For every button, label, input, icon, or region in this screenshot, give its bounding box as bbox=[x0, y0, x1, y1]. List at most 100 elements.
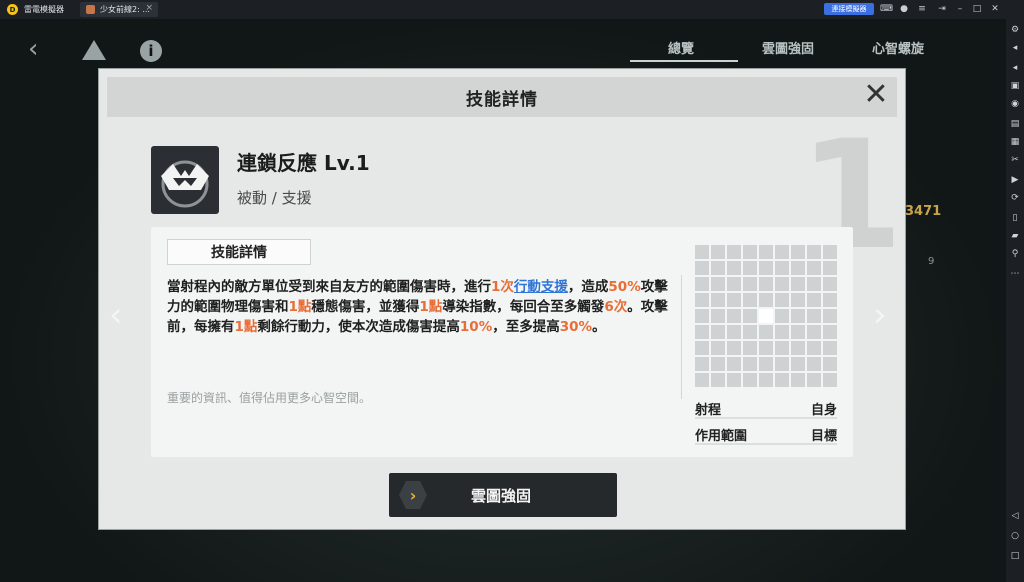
range-cell bbox=[823, 245, 837, 259]
prev-skill-arrow-icon[interactable]: ‹ bbox=[109, 295, 123, 335]
range-label: 射程 bbox=[695, 403, 722, 418]
background-small-number: 9 bbox=[928, 256, 935, 267]
range-cell bbox=[823, 309, 837, 323]
skill-icon bbox=[151, 146, 219, 214]
range-cell bbox=[727, 293, 741, 307]
game-tab-icon bbox=[86, 5, 95, 14]
skill-detail-panel: 技能詳情 當射程內的敵方單位受到來自友方的範圍傷害時，進行1次行動支援，造成50… bbox=[151, 227, 853, 457]
range-cell bbox=[711, 373, 725, 387]
range-cell bbox=[807, 341, 821, 355]
range-cell bbox=[791, 341, 805, 355]
sync-icon[interactable]: ⟳ bbox=[1010, 193, 1020, 203]
range-cell bbox=[711, 325, 725, 339]
range-cell bbox=[727, 277, 741, 291]
tab-label: 少女前線2: ... bbox=[100, 5, 150, 14]
android-home-icon[interactable]: ○ bbox=[1010, 531, 1020, 541]
range-cell bbox=[743, 341, 757, 355]
skill-detail-modal: 技能詳情 ✕ 1 連鎖反應 Lv.1 被動 / 支援 技能詳情 當射程內的敵方單… bbox=[98, 68, 906, 530]
range-cell bbox=[695, 245, 709, 259]
android-recent-icon[interactable]: □ bbox=[1010, 551, 1020, 561]
volume-down-icon[interactable]: ◂ bbox=[1010, 63, 1020, 73]
range-cell bbox=[791, 373, 805, 387]
screenshot-icon[interactable]: ▣ bbox=[1010, 81, 1020, 91]
menu-icon[interactable]: ≡ bbox=[916, 3, 928, 15]
location-icon[interactable]: ⚲ bbox=[1010, 249, 1020, 259]
phone-icon[interactable]: ▯ bbox=[1010, 213, 1020, 223]
range-cell bbox=[695, 293, 709, 307]
sidebar-toggle-icon[interactable]: ⇥ bbox=[936, 3, 948, 15]
range-cell bbox=[791, 261, 805, 275]
highlight-value: 1點 bbox=[419, 299, 443, 315]
range-cell bbox=[823, 277, 837, 291]
tab-mind-spiral[interactable]: 心智螺旋 bbox=[872, 38, 924, 57]
range-value: 自身 bbox=[810, 403, 837, 418]
emulator-logo-icon: D bbox=[7, 4, 18, 15]
operation-icon[interactable]: ▦ bbox=[1010, 137, 1020, 147]
range-cell bbox=[823, 293, 837, 307]
close-icon[interactable]: ✕ bbox=[861, 80, 891, 111]
settings-icon[interactable]: ⚙ bbox=[1010, 25, 1020, 35]
close-window-icon[interactable]: ✕ bbox=[989, 3, 1001, 15]
tab-close-icon[interactable]: × bbox=[145, 3, 153, 13]
range-cell bbox=[775, 373, 789, 387]
skill-type: 被動 / 支援 bbox=[237, 189, 312, 207]
minimize-icon[interactable]: – bbox=[954, 3, 966, 15]
range-cell bbox=[711, 261, 725, 275]
range-cell bbox=[807, 293, 821, 307]
info-icon[interactable]: i bbox=[140, 40, 162, 62]
range-cell bbox=[695, 341, 709, 355]
range-cell bbox=[775, 309, 789, 323]
apk-icon[interactable]: ▤ bbox=[1010, 119, 1020, 129]
range-cell bbox=[695, 261, 709, 275]
area-value: 目標 bbox=[810, 429, 837, 444]
range-cell bbox=[807, 357, 821, 371]
range-cell bbox=[775, 261, 789, 275]
range-cell bbox=[775, 325, 789, 339]
description-text: ，造成 bbox=[567, 279, 609, 295]
range-cell bbox=[695, 325, 709, 339]
connect-emulator-button[interactable]: 連接模擬器 bbox=[824, 3, 874, 15]
range-cell bbox=[759, 245, 773, 259]
back-arrow-icon[interactable]: ‹ bbox=[28, 34, 38, 64]
range-cell bbox=[807, 325, 821, 339]
keyboard-icon[interactable]: ⌨ bbox=[880, 3, 893, 15]
maximize-icon[interactable]: □ bbox=[971, 3, 983, 15]
cloud-enhance-button[interactable]: › 雲圖強固 bbox=[389, 473, 617, 517]
tab-cloud-enhance[interactable]: 雲圖強固 bbox=[762, 38, 814, 57]
next-skill-arrow-icon[interactable]: › bbox=[873, 295, 887, 335]
range-cell bbox=[695, 309, 709, 323]
scissors-icon[interactable]: ✂ bbox=[1010, 155, 1020, 165]
area-label: 作用範圍 bbox=[695, 429, 748, 444]
record-icon[interactable]: ◉ bbox=[1010, 99, 1020, 109]
range-cell bbox=[823, 341, 837, 355]
active-tab-indicator bbox=[630, 60, 738, 62]
emulator-tab-game[interactable]: 少女前線2: ... × bbox=[80, 2, 158, 17]
description-scrollbar[interactable] bbox=[681, 275, 682, 399]
folder-icon[interactable]: ▰ bbox=[1010, 231, 1020, 241]
range-cell bbox=[759, 341, 773, 355]
range-cell bbox=[823, 357, 837, 371]
range-cell bbox=[743, 309, 757, 323]
highlight-value: 1次 bbox=[491, 279, 514, 295]
range-cell bbox=[711, 357, 725, 371]
range-cell bbox=[711, 309, 725, 323]
range-cell bbox=[695, 357, 709, 371]
drive-icon[interactable] bbox=[82, 40, 106, 60]
range-cell bbox=[727, 245, 741, 259]
account-icon[interactable]: ● bbox=[898, 3, 910, 15]
skill-link[interactable]: 行動支援 bbox=[514, 279, 568, 295]
range-cell bbox=[711, 245, 725, 259]
android-back-icon[interactable]: ◁ bbox=[1010, 511, 1020, 521]
highlight-value: 6次 bbox=[604, 299, 628, 315]
more-icon[interactable]: ⋯ bbox=[1010, 269, 1020, 279]
range-cell bbox=[807, 245, 821, 259]
tab-overview[interactable]: 總覽 bbox=[668, 38, 694, 57]
range-cell bbox=[775, 293, 789, 307]
video-icon[interactable]: ▶ bbox=[1010, 175, 1020, 185]
skill-detail-tab[interactable]: 技能詳情 bbox=[167, 239, 311, 265]
description-text: 導染指數，每回合至多觸發 bbox=[442, 299, 605, 315]
highlight-value: 1點 bbox=[288, 299, 312, 315]
volume-up-icon[interactable]: ◂ bbox=[1010, 43, 1020, 53]
range-cell bbox=[743, 261, 757, 275]
area-divider bbox=[695, 443, 837, 445]
